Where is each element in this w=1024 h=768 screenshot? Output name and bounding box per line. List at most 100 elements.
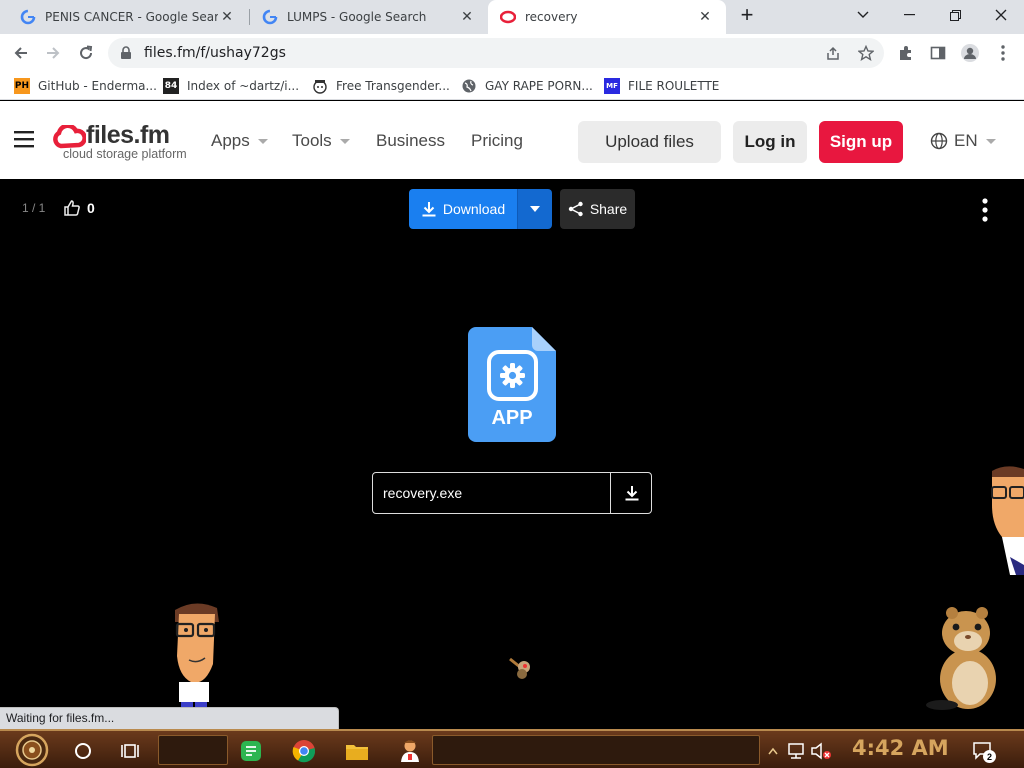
chrome-menu-icon[interactable] bbox=[988, 38, 1018, 68]
new-tab-button[interactable]: + bbox=[732, 0, 762, 30]
file-download-button[interactable] bbox=[610, 473, 652, 513]
forward-icon[interactable] bbox=[38, 38, 68, 68]
logo-name: files.fm bbox=[86, 121, 170, 149]
taskbar-slot bbox=[432, 735, 760, 765]
network-icon[interactable] bbox=[783, 736, 809, 766]
tab-penis-cancer[interactable]: PENIS CANCER - Google Search ✕ bbox=[8, 0, 248, 34]
taskbar-clock[interactable]: 4:42 AM bbox=[852, 736, 949, 760]
close-tab-icon[interactable]: ✕ bbox=[696, 8, 714, 26]
show-hidden-icons[interactable] bbox=[766, 736, 780, 766]
windows-taskbar: 4:42 AM 2 bbox=[0, 729, 1024, 768]
chrome-icon[interactable] bbox=[289, 736, 319, 766]
nav-tools[interactable]: Tools bbox=[292, 131, 350, 151]
download-icon bbox=[422, 202, 436, 217]
chevron-down-icon bbox=[257, 138, 268, 144]
chevron-down-icon bbox=[530, 206, 540, 212]
bookmark-star-icon[interactable] bbox=[851, 38, 881, 68]
file-viewer: 1 / 1 0 Download Share APP recovery.exe … bbox=[0, 179, 1024, 729]
page-counter: 1 / 1 bbox=[22, 201, 46, 215]
nav-apps[interactable]: Apps bbox=[211, 131, 268, 151]
site-header: files.fm cloud storage platform Apps Too… bbox=[0, 101, 1024, 179]
upload-files-button[interactable]: Upload files bbox=[578, 121, 721, 163]
minimize-icon[interactable] bbox=[886, 0, 932, 30]
bookmark-label: GitHub - Enderma... bbox=[38, 79, 157, 93]
bookmark-gay-porn[interactable]: GAY RAPE PORN... bbox=[461, 76, 593, 96]
login-button[interactable]: Log in bbox=[733, 121, 807, 163]
profile-avatar-icon[interactable] bbox=[955, 38, 985, 68]
file-name: recovery.exe bbox=[383, 485, 463, 501]
bookmark-file-roulette[interactable]: MF FILE ROULETTE bbox=[604, 76, 719, 96]
cartoon-man-overlay-right bbox=[988, 465, 1024, 575]
tab-recovery[interactable]: recovery ✕ bbox=[488, 0, 726, 34]
url-text: files.fm/f/ushay72gs bbox=[144, 45, 286, 61]
browser-status-bar: Waiting for files.fm... bbox=[0, 707, 339, 729]
reload-icon[interactable] bbox=[71, 38, 101, 68]
bookmark-index-dartz[interactable]: 84 Index of ~dartz/i... bbox=[163, 76, 299, 96]
volume-muted-icon[interactable] bbox=[808, 736, 834, 766]
tab-lumps[interactable]: LUMPS - Google Search ✕ bbox=[250, 0, 488, 34]
hamster-overlay bbox=[922, 605, 1006, 711]
mf-icon: MF bbox=[604, 78, 620, 94]
files-fm-logo[interactable]: files.fm cloud storage platform bbox=[52, 121, 192, 163]
language-selector[interactable]: EN bbox=[930, 131, 996, 151]
share-icon bbox=[568, 201, 583, 217]
start-button[interactable] bbox=[12, 732, 52, 768]
nav-business[interactable]: Business bbox=[376, 131, 445, 151]
tab-title: PENIS CANCER - Google Search bbox=[45, 10, 218, 24]
address-bar[interactable]: files.fm/f/ushay72gs bbox=[108, 38, 884, 68]
share-page-icon[interactable] bbox=[818, 38, 848, 68]
globe-icon bbox=[930, 132, 948, 150]
browser-toolbar: files.fm/f/ushay72gs bbox=[0, 34, 1024, 72]
close-tab-icon[interactable]: ✕ bbox=[458, 8, 476, 26]
thumbs-up-icon bbox=[64, 200, 80, 216]
restore-icon[interactable] bbox=[932, 0, 978, 30]
bookmarks-bar: PH GitHub - Enderma... 84 Index of ~dart… bbox=[0, 72, 1024, 100]
bookmark-github[interactable]: PH GitHub - Enderma... bbox=[14, 76, 157, 96]
pixel-icon: 84 bbox=[163, 78, 179, 94]
like-button[interactable]: 0 bbox=[63, 199, 95, 217]
globe-icon bbox=[461, 78, 477, 94]
signup-button[interactable]: Sign up bbox=[819, 121, 903, 163]
download-options-button[interactable] bbox=[517, 189, 552, 229]
nav-label: Tools bbox=[292, 131, 332, 150]
bookmark-label: Free Transgender... bbox=[336, 79, 450, 93]
close-tab-icon[interactable]: ✕ bbox=[218, 8, 236, 26]
chevron-down-icon bbox=[339, 138, 350, 144]
bookmark-label: Index of ~dartz/i... bbox=[187, 79, 300, 93]
lock-icon bbox=[120, 46, 134, 60]
taskbar-slot bbox=[158, 735, 228, 765]
chevron-down-icon bbox=[985, 138, 996, 144]
task-view-icon[interactable] bbox=[116, 736, 146, 766]
notes-app-icon[interactable] bbox=[236, 736, 266, 766]
close-window-icon[interactable] bbox=[978, 0, 1024, 30]
side-panel-icon[interactable] bbox=[923, 38, 953, 68]
nav-label: Pricing bbox=[471, 131, 523, 150]
bookmark-label: FILE ROULETTE bbox=[628, 79, 720, 93]
google-icon bbox=[20, 9, 36, 25]
steampunk-start-icon bbox=[15, 733, 49, 767]
face-icon bbox=[312, 78, 328, 94]
file-explorer-icon[interactable] bbox=[342, 736, 372, 766]
nav-pricing[interactable]: Pricing bbox=[471, 131, 523, 151]
extensions-icon[interactable] bbox=[891, 38, 921, 68]
file-type-label: APP bbox=[491, 407, 533, 429]
hamburger-menu-icon[interactable] bbox=[14, 130, 34, 153]
download-label: Download bbox=[442, 201, 506, 217]
ph-icon: PH bbox=[14, 78, 30, 94]
cortana-search-icon[interactable] bbox=[68, 736, 98, 766]
back-icon[interactable] bbox=[6, 38, 36, 68]
nav-label: Business bbox=[376, 131, 445, 150]
tab-title: recovery bbox=[525, 10, 578, 24]
file-name-box: recovery.exe bbox=[372, 472, 652, 514]
bookmark-free-transgender[interactable]: Free Transgender... bbox=[312, 76, 450, 96]
small-creature-overlay bbox=[506, 655, 536, 683]
share-button[interactable]: Share bbox=[560, 189, 635, 229]
tab-search-icon[interactable] bbox=[840, 0, 886, 30]
doctor-app-icon[interactable] bbox=[395, 736, 425, 766]
bookmark-label: GAY RAPE PORN... bbox=[485, 79, 593, 93]
download-button[interactable]: Download bbox=[409, 189, 517, 229]
files-fm-icon bbox=[500, 9, 516, 25]
action-center-icon[interactable]: 2 bbox=[968, 736, 998, 766]
share-label: Share bbox=[589, 201, 628, 217]
more-options-icon[interactable] bbox=[977, 198, 993, 227]
